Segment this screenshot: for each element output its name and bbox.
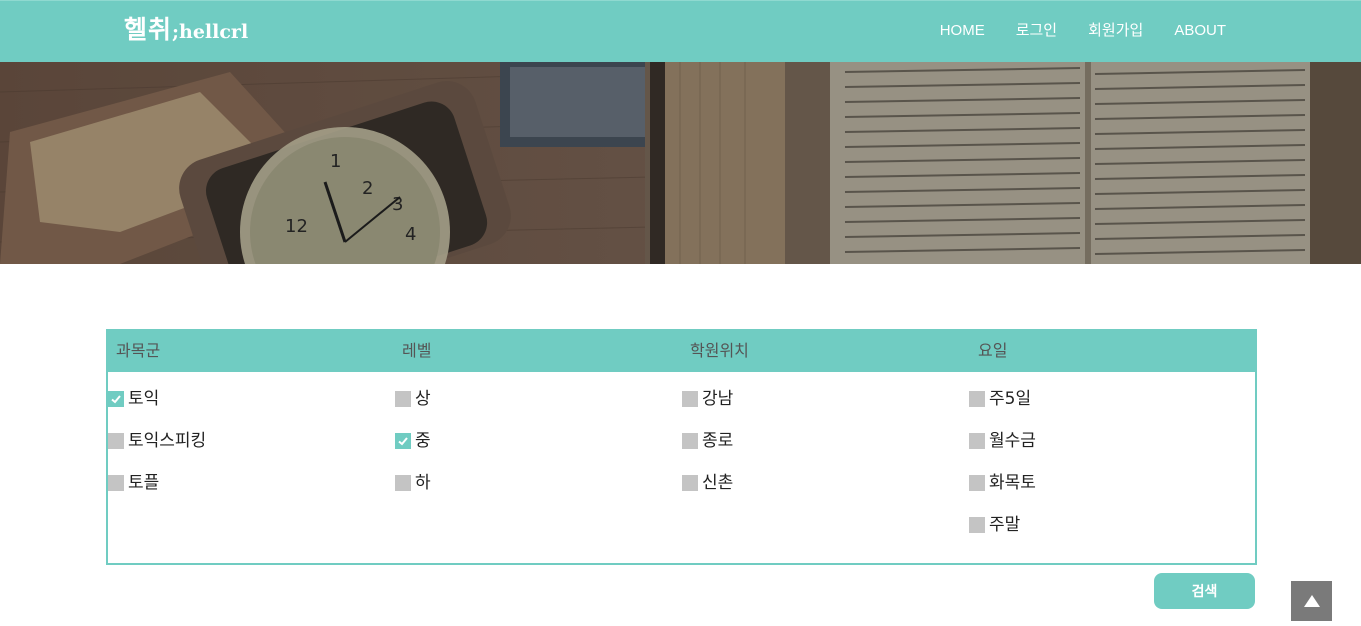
option-label: 화목토 (989, 473, 1036, 493)
logo[interactable]: 헬취;hellcrl (124, 15, 248, 47)
nav-home[interactable]: HOME (940, 21, 985, 41)
option-level-low[interactable]: 하 (395, 472, 431, 494)
option-tue-thu-sat[interactable]: 화목토 (969, 472, 1036, 494)
filter-panel: 과목군 레벨 학원위치 요일 토익 토익스피킹 토플 상 중 하 강남 종로 신… (106, 329, 1257, 565)
option-toefl[interactable]: 토플 (108, 472, 159, 494)
option-sinchon[interactable]: 신촌 (682, 472, 733, 494)
checkbox[interactable] (682, 475, 698, 491)
logo-sub: ;hellcrl (172, 21, 249, 43)
option-level-high[interactable]: 상 (395, 388, 431, 410)
option-label: 토플 (128, 473, 160, 493)
option-toeic[interactable]: 토익 (108, 388, 159, 410)
scroll-top-button[interactable] (1291, 581, 1332, 621)
check-icon (111, 395, 121, 404)
checkbox[interactable] (682, 391, 698, 407)
logo-main: 헬취 (124, 15, 173, 44)
nav-signup[interactable]: 회원가입 (1088, 21, 1143, 41)
checkbox[interactable] (969, 517, 985, 533)
checkbox[interactable] (969, 433, 985, 449)
option-level-mid[interactable]: 중 (395, 430, 431, 452)
checkbox[interactable] (108, 433, 124, 449)
hero-banner: 123 4 12 (0, 62, 1361, 264)
option-weekend[interactable]: 주말 (969, 514, 1020, 536)
option-label: 주말 (989, 515, 1021, 535)
filter-header-row: 과목군 레벨 학원위치 요일 (108, 331, 1255, 372)
column-title-location: 학원위치 (690, 341, 749, 360)
column-title-days: 요일 (978, 341, 1008, 360)
option-mon-wed-fri[interactable]: 월수금 (969, 430, 1036, 452)
option-label: 강남 (702, 389, 734, 409)
nav-about[interactable]: ABOUT (1174, 21, 1226, 41)
option-label: 하 (415, 473, 431, 493)
option-label: 상 (415, 389, 431, 409)
option-toeic-speaking[interactable]: 토익스피킹 (108, 430, 206, 452)
checkbox[interactable] (969, 391, 985, 407)
checkbox-checked[interactable] (395, 433, 411, 449)
option-label: 신촌 (702, 473, 734, 493)
option-label: 주5일 (989, 389, 1032, 409)
checkbox[interactable] (395, 475, 411, 491)
checkbox[interactable] (969, 475, 985, 491)
checkbox-checked[interactable] (108, 391, 124, 407)
site-header: 헬취;hellcrl HOME 로그인 회원가입 ABOUT (0, 0, 1361, 62)
checkbox[interactable] (682, 433, 698, 449)
column-title-subject: 과목군 (116, 341, 161, 360)
option-gangnam[interactable]: 강남 (682, 388, 733, 410)
checkbox[interactable] (108, 475, 124, 491)
option-label: 월수금 (989, 431, 1036, 451)
main-nav: HOME 로그인 회원가입 ABOUT (940, 21, 1226, 41)
check-icon (398, 437, 408, 446)
option-label: 중 (415, 431, 431, 451)
search-button[interactable]: 검색 (1154, 573, 1255, 609)
hero-image: 123 412 (0, 62, 1361, 264)
option-label: 토익 (128, 389, 160, 409)
option-jongro[interactable]: 종로 (682, 430, 733, 452)
column-title-level: 레벨 (402, 341, 432, 360)
nav-login[interactable]: 로그인 (1016, 21, 1057, 41)
option-5days[interactable]: 주5일 (969, 388, 1031, 410)
arrow-up-icon (1303, 595, 1320, 607)
option-label: 토익스피킹 (128, 431, 207, 451)
checkbox[interactable] (395, 391, 411, 407)
option-label: 종로 (702, 431, 734, 451)
